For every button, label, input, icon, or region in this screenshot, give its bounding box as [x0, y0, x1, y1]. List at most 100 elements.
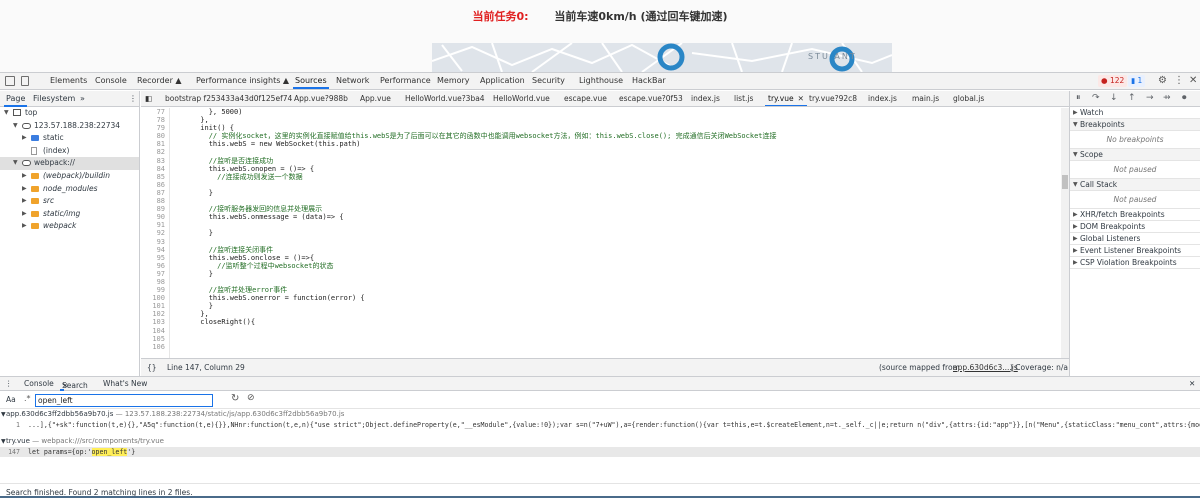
source-map-link[interactable]: app.630d6c3....js: [953, 363, 1018, 372]
toggle-navigator-icon[interactable]: ◧: [145, 94, 152, 103]
code-line[interactable]: 78 },: [141, 116, 1061, 124]
code-line[interactable]: 91: [141, 221, 1061, 229]
editor-tab[interactable]: index.js: [691, 94, 720, 103]
tree-item[interactable]: ▶ (webpack)/buildin: [0, 170, 139, 183]
code-line[interactable]: 86: [141, 181, 1061, 189]
close-tab-icon[interactable]: ✕: [798, 94, 804, 103]
search-input[interactable]: [35, 394, 213, 407]
result-file-header[interactable]: ▼ app.630d6c3ff2dbb56a9b70.js — 123.57.18…: [0, 409, 1200, 420]
line-number[interactable]: 89: [141, 205, 165, 213]
line-number[interactable]: 82: [141, 148, 165, 156]
caret-right-icon[interactable]: ▶: [22, 195, 27, 208]
debugger-section-xhr-fetch-breakpoints[interactable]: ▶ XHR/fetch Breakpoints: [1070, 209, 1200, 221]
error-count-badge[interactable]: ● 122: [1098, 75, 1128, 87]
scrollbar-thumb[interactable]: [1062, 175, 1068, 189]
editor-tab[interactable]: bootstrap f253433a43d0f125ef74: [165, 94, 292, 103]
line-number[interactable]: 81: [141, 140, 165, 148]
editor-tab[interactable]: HelloWorld.vue?3ba4: [405, 94, 485, 103]
code-line[interactable]: 83 //监听是否连接成功: [141, 157, 1061, 165]
line-number[interactable]: 95: [141, 254, 165, 262]
pause-on-exceptions-icon[interactable]: ⏺: [1182, 93, 1187, 103]
inspect-element-icon[interactable]: [5, 76, 15, 86]
editor-tab[interactable]: escape.vue?0f53: [619, 94, 683, 103]
tree-item[interactable]: (index): [0, 145, 139, 158]
line-number[interactable]: 84: [141, 165, 165, 173]
more-options-icon[interactable]: ⋮: [1174, 75, 1184, 86]
code-line[interactable]: 90 this.webS.onmessage = (data)=> {: [141, 213, 1061, 221]
line-number[interactable]: 98: [141, 278, 165, 286]
caret-right-icon[interactable]: ▶: [22, 132, 27, 145]
editor-tab[interactable]: try.vue?92c8: [809, 94, 857, 103]
tab-hackbar[interactable]: HackBar: [632, 76, 666, 85]
tab-performance[interactable]: Performance: [380, 76, 431, 85]
code-line[interactable]: 102 },: [141, 310, 1061, 318]
tree-item[interactable]: ▶ static: [0, 132, 139, 145]
step-icon[interactable]: →: [1146, 93, 1154, 103]
line-number[interactable]: 103: [141, 318, 165, 326]
debugger-section-breakpoints[interactable]: ▼ Breakpoints: [1070, 119, 1200, 131]
line-number[interactable]: 105: [141, 335, 165, 343]
code-line[interactable]: 106: [141, 343, 1061, 351]
debugger-section-scope[interactable]: ▼ Scope: [1070, 149, 1200, 161]
code-line[interactable]: 84 this.webS.onopen = ()=> {: [141, 165, 1061, 173]
drawer-menu-icon[interactable]: ⋮: [5, 379, 13, 388]
editor-scrollbar[interactable]: [1061, 108, 1069, 358]
code-view[interactable]: 77 }, 5000) 78 }, 79 init() {80 // 实例化sock…: [141, 108, 1061, 358]
line-number[interactable]: 85: [141, 173, 165, 181]
step-out-icon[interactable]: ↑: [1128, 93, 1136, 103]
code-line[interactable]: 100 this.webS.onerror = function(error) …: [141, 294, 1061, 302]
caret-right-icon[interactable]: ▶: [22, 170, 27, 183]
debugger-section-watch[interactable]: ▶ Watch: [1070, 107, 1200, 119]
close-tab-icon[interactable]: ✕: [62, 381, 68, 390]
settings-gear-icon[interactable]: ⚙: [1158, 75, 1167, 86]
code-line[interactable]: 85 //连接成功则发送一个数据: [141, 173, 1061, 181]
editor-tab[interactable]: HelloWorld.vue: [493, 94, 550, 103]
tab-network[interactable]: Network: [336, 76, 369, 85]
code-line[interactable]: 80 // 实例化socket，这里的实例化直接赋值给this.webS是为了后…: [141, 132, 1061, 140]
code-line[interactable]: 96 //监听整个过程中websocket的状态: [141, 262, 1061, 270]
caret-down-icon[interactable]: ▼: [4, 107, 9, 120]
step-over-icon[interactable]: ↷: [1092, 93, 1100, 103]
editor-tab[interactable]: try.vue ✕: [765, 94, 807, 106]
tab-console[interactable]: Console: [24, 379, 54, 388]
result-match-line[interactable]: 1 ...],{"+sk":function(t,e){},"A5q":funct…: [0, 420, 1200, 430]
pause-icon[interactable]: ⏸: [1076, 93, 1081, 103]
tab-console[interactable]: Console: [95, 76, 127, 85]
debugger-section-event-listener-breakpoints[interactable]: ▶ Event Listener Breakpoints: [1070, 245, 1200, 257]
device-toolbar-icon[interactable]: [21, 76, 29, 86]
deactivate-breakpoints-icon[interactable]: ⇸: [1163, 93, 1171, 103]
line-number[interactable]: 97: [141, 270, 165, 278]
line-number[interactable]: 86: [141, 181, 165, 189]
caret-down-icon[interactable]: ▼: [13, 157, 18, 170]
caret-right-icon[interactable]: ▶: [22, 208, 27, 221]
line-number[interactable]: 100: [141, 294, 165, 302]
tab-memory[interactable]: Memory: [437, 76, 470, 85]
tab-lighthouse[interactable]: Lighthouse: [579, 76, 623, 85]
regex-toggle[interactable]: .*: [24, 394, 31, 403]
line-number[interactable]: 88: [141, 197, 165, 205]
code-line[interactable]: 105: [141, 335, 1061, 343]
line-number[interactable]: 77: [141, 108, 165, 116]
more-tabs-icon[interactable]: »: [80, 94, 85, 103]
debugger-section-global-listeners[interactable]: ▶ Global Listeners: [1070, 233, 1200, 245]
message-count-badge[interactable]: ▮ 1: [1128, 75, 1146, 87]
caret-down-icon[interactable]: ▼: [1, 409, 6, 420]
line-number[interactable]: 106: [141, 343, 165, 351]
tab-sources[interactable]: Sources: [293, 76, 329, 89]
editor-tab[interactable]: global.js: [953, 94, 984, 103]
tab-page[interactable]: Page: [3, 94, 28, 107]
line-number[interactable]: 104: [141, 327, 165, 335]
editor-tab[interactable]: list.js: [734, 94, 753, 103]
editor-tab[interactable]: escape.vue: [564, 94, 607, 103]
code-line[interactable]: 81 this.webS = new WebSocket(this.path): [141, 140, 1061, 148]
tree-item[interactable]: ▶ node_modules: [0, 183, 139, 196]
line-number[interactable]: 79: [141, 124, 165, 132]
debugger-section-csp-violation-breakpoints[interactable]: ▶ CSP Violation Breakpoints: [1070, 257, 1200, 269]
caret-right-icon[interactable]: ▶: [22, 183, 27, 196]
tree-item[interactable]: ▶ webpack: [0, 220, 139, 233]
line-number[interactable]: 87: [141, 189, 165, 197]
tree-item[interactable]: ▶ src: [0, 195, 139, 208]
caret-right-icon[interactable]: ▶: [22, 220, 27, 233]
line-number[interactable]: 91: [141, 221, 165, 229]
match-case-toggle[interactable]: Aa: [6, 395, 16, 404]
